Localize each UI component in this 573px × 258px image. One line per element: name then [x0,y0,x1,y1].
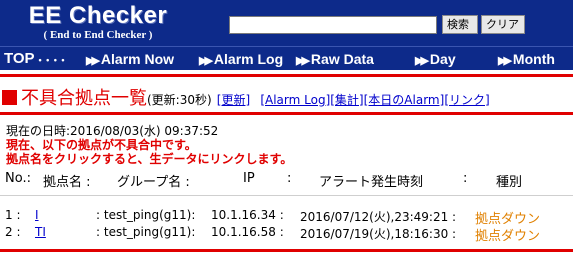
update-interval: (更新:30秒) [147,93,212,107]
row-group: : test_ping(g11): [96,208,196,222]
nav-label: Alarm Now [100,51,175,67]
refresh-link[interactable]: [更新] [217,93,250,107]
status-label: 拠点ダウン [475,229,541,244]
alert-message: 現在、以下の拠点が不具合中です。 [6,138,197,152]
summary-link[interactable]: [集計] [330,93,363,107]
col-type: 種別 [496,175,523,190]
double-arrow-icon: ▶▶ [86,55,100,67]
divider-top [0,74,573,77]
nav-alarm-log[interactable]: ▶▶ Alarm Log [199,50,283,70]
double-arrow-icon: ▶▶ [415,55,429,67]
row-time: 2016/07/12(火),23:49:21 : [300,210,457,224]
clear-button[interactable]: クリア [481,15,525,34]
col-sep: : [463,171,468,186]
current-time: 現在の日時:2016/08/03(水) 09:37:52 [6,124,219,138]
nav-raw-data[interactable]: ▶▶ Raw Data [296,50,374,70]
alarm-log-link[interactable]: [Alarm Log] [260,93,330,107]
double-arrow-icon: ▶▶ [296,55,310,67]
dots-icon: • • • • [38,55,66,65]
nav-bar: TOP • • • • ▶▶ Alarm Now ▶▶ Alarm Log ▶▶ Ra… [0,46,573,70]
row-ip: 10.1.16.58 : [211,225,284,239]
header-rule [0,195,573,196]
col-no: No.: [5,171,31,186]
col-sep: : [287,171,292,186]
col-alert-time: アラート発生時刻 [319,175,424,190]
divider-title [0,112,573,115]
nav-label: Raw Data [310,51,374,67]
links-link[interactable]: [リンク] [444,93,489,107]
alert-hint: 拠点名をクリックすると、生データにリンクします。 [6,152,293,166]
header-banner: EE Checker ( End to End Checker ) 検索 クリア [0,0,573,46]
search-input[interactable] [229,16,437,34]
nav-label: Alarm Log [213,51,284,67]
row-ip: 10.1.16.34 : [211,208,284,222]
square-icon [2,90,17,105]
row-time: 2016/07/19(火),18:16:30 : [300,227,457,241]
col-group: グループ名 : [117,175,190,190]
divider-bottom [0,249,573,252]
nav-label: Day [429,51,456,67]
row-no: 1 : [5,208,21,222]
nav-alarm-now[interactable]: ▶▶ Alarm Now [86,50,174,70]
col-site: 拠点名 : [43,175,91,190]
todays-alarm-link[interactable]: [本日のAlarm] [364,93,445,107]
nav-top[interactable]: TOP • • • • [4,50,66,69]
double-arrow-icon: ▶▶ [498,55,512,67]
row-no: 2 : [5,225,21,239]
nav-label: Month [512,51,555,67]
double-arrow-icon: ▶▶ [199,55,213,67]
nav-day[interactable]: ▶▶ Day [415,50,456,70]
nav-top-label: TOP [4,50,35,67]
logo-title: EE Checker [28,2,168,29]
logo-subtitle: ( End to End Checker ) [43,29,153,41]
page-title: 不具合拠点一覧 [21,88,147,109]
site-link[interactable]: TI [35,225,97,239]
site-link[interactable]: I [35,208,75,222]
row-group: : test_ping(g11): [96,225,196,239]
logo: EE Checker ( End to End Checker ) [8,3,188,43]
title-row: 不具合拠点一覧(更新:30秒) [更新] [Alarm Log][集計][本日の… [2,84,490,109]
search-button[interactable]: 検索 [442,15,478,34]
nav-month[interactable]: ▶▶ Month [498,50,555,70]
col-ip: IP [243,171,255,186]
status-message: 現在の日時:2016/08/03(水) 09:37:52 現在、以下の拠点が不具… [6,124,292,166]
